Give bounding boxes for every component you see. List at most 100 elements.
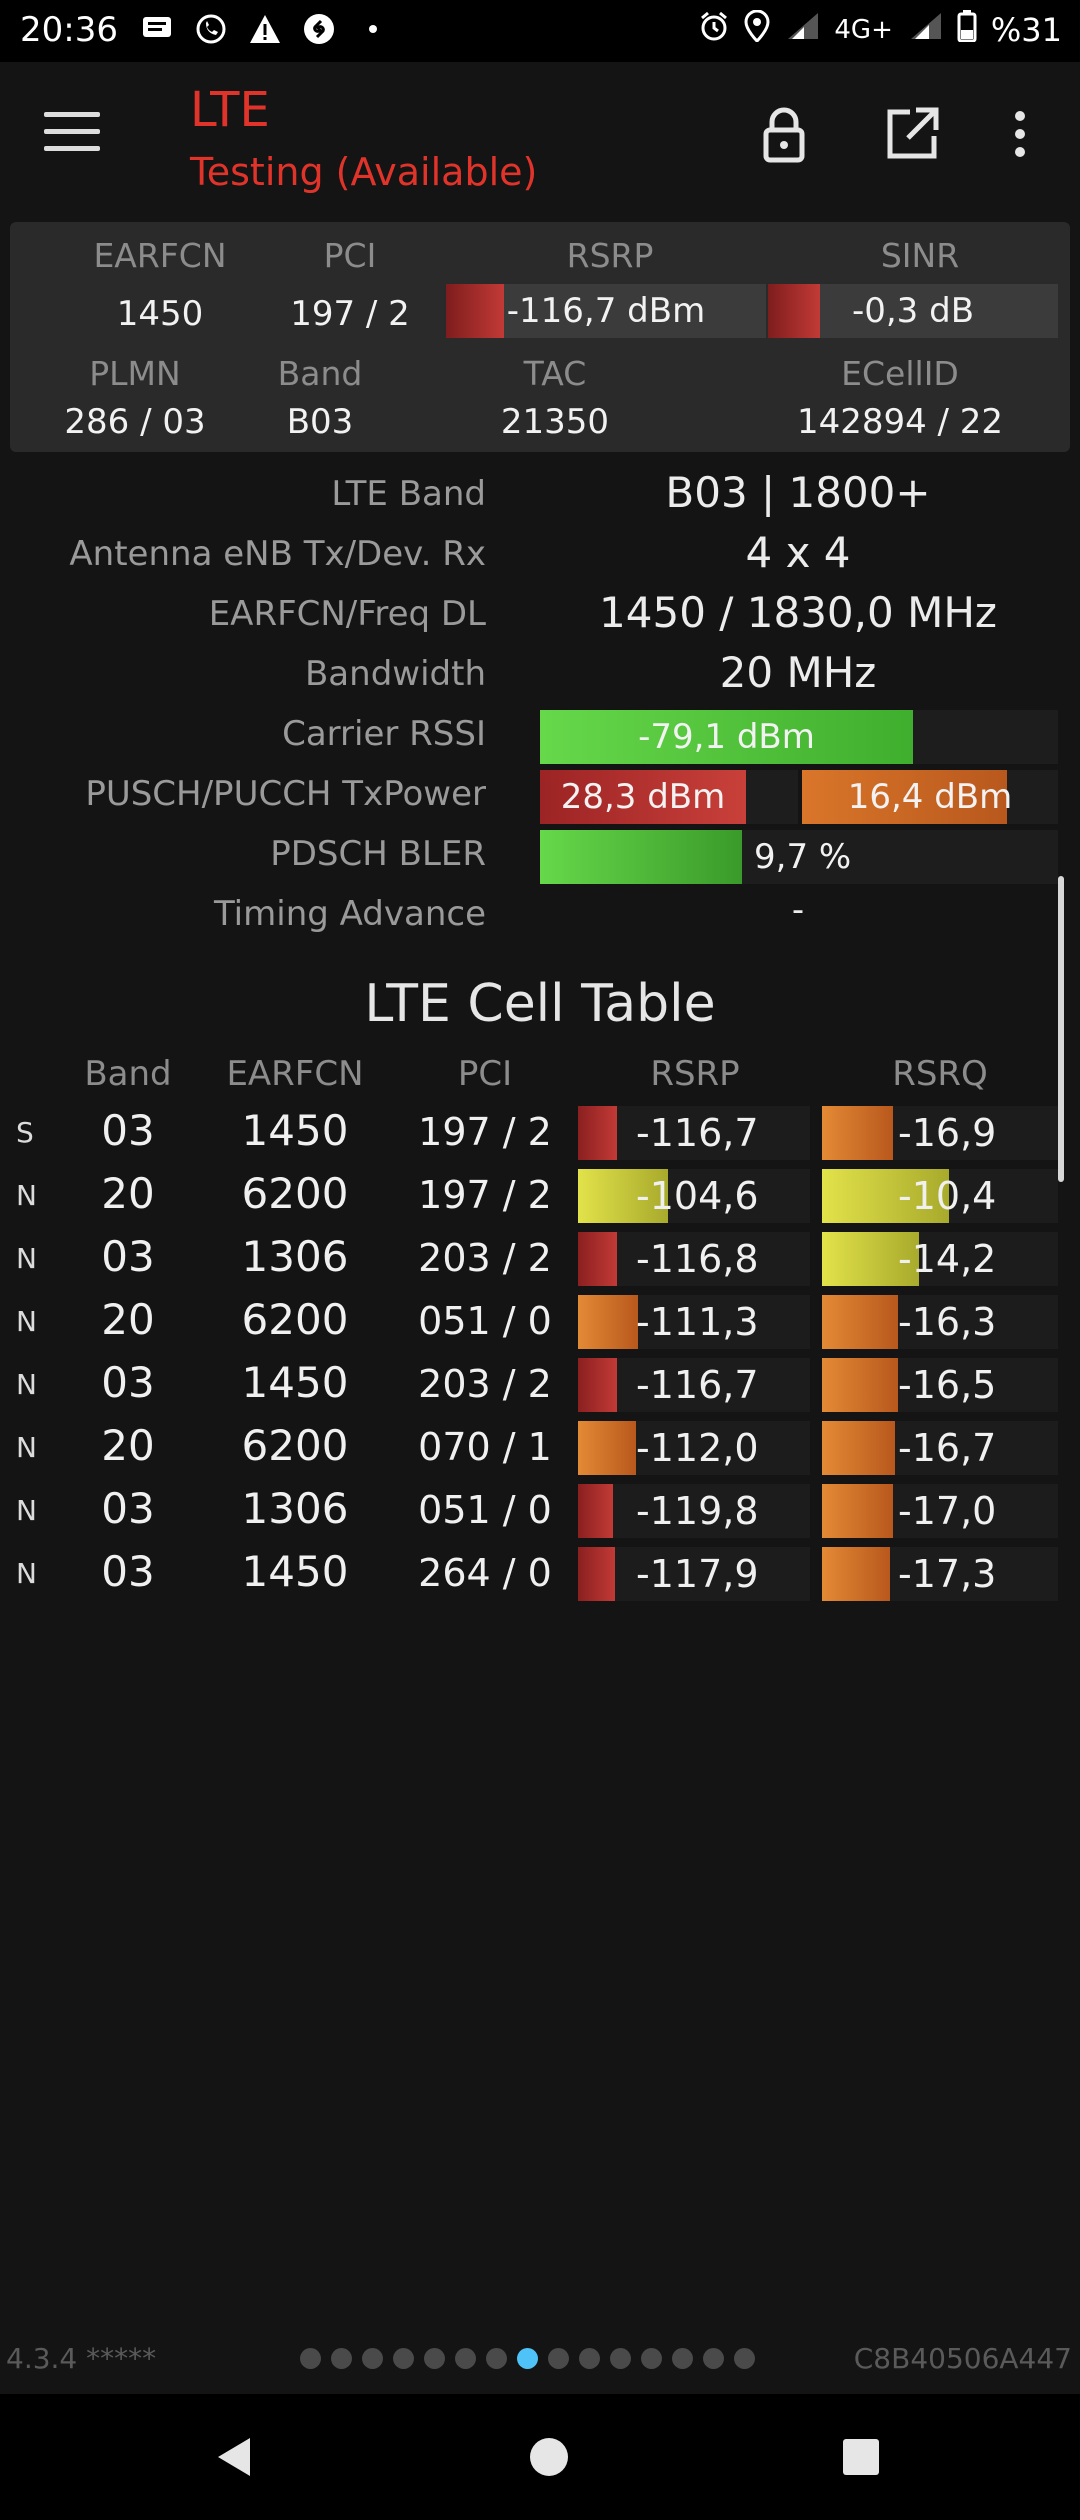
cell-rsrp-fill — [578, 1484, 613, 1538]
earfcn-label: EARFCN — [93, 236, 227, 275]
cell-rsrp-meter: -116,8 — [578, 1232, 810, 1286]
cell-pci: 197 / 2 — [418, 1110, 552, 1154]
page-dot[interactable] — [331, 2348, 352, 2369]
cell-earfcn: 1450 — [241, 1106, 349, 1155]
cell-rsrq-fill — [822, 1295, 898, 1349]
page-dot[interactable] — [393, 2348, 414, 2369]
warning-icon — [248, 12, 282, 46]
more-options-icon[interactable] — [1000, 102, 1040, 166]
tac-label: TAC — [523, 354, 587, 393]
pusch-value: 28,3 dBm — [560, 777, 726, 817]
cell-band: 03 — [101, 1547, 155, 1596]
table-row: N 03 1306 203 / 2 -116,8 -14,2 — [0, 1228, 1080, 1290]
menu-button[interactable] — [44, 112, 100, 154]
pci-label: PCI — [323, 236, 377, 275]
recents-icon[interactable] — [836, 2432, 886, 2482]
cell-rsrp-fill — [578, 1295, 639, 1349]
cell-rsrq-value: -16,7 — [898, 1426, 997, 1470]
app-subtitle: Testing (Available) — [190, 150, 538, 194]
table-row: N 03 1450 264 / 0 -117,9 -17,3 — [0, 1543, 1080, 1605]
cell-band: 03 — [101, 1106, 155, 1155]
cell-rsrq-meter: -16,9 — [822, 1106, 1058, 1160]
ecellid-value: 142894 / 22 — [796, 402, 1004, 442]
network-type: 4G+ — [834, 15, 893, 45]
header-rsrq: RSRQ — [892, 1054, 988, 1094]
table-row: N 20 6200 070 / 1 -112,0 -16,7 — [0, 1417, 1080, 1479]
cell-type: S — [16, 1116, 34, 1149]
timing-label: Timing Advance — [213, 894, 486, 934]
cell-rsrp-meter: -111,3 — [578, 1295, 810, 1349]
freq-label: EARFCN/Freq DL — [208, 594, 486, 634]
cell-rsrq-value: -17,0 — [898, 1489, 997, 1533]
cell-rsrq-value: -16,9 — [898, 1111, 997, 1155]
battery-level: %31 — [990, 11, 1062, 49]
cell-rsrp-meter: -104,6 — [578, 1169, 810, 1223]
cell-rsrp-meter: -112,0 — [578, 1421, 810, 1475]
cell-rsrp-value: -104,6 — [636, 1174, 759, 1218]
bandwidth-value: 20 MHz — [719, 648, 877, 697]
rsrp-meter: -116,7 dBm — [446, 284, 766, 338]
rsrp-label: RSRP — [566, 236, 654, 275]
cell-rsrq-fill — [822, 1484, 893, 1538]
page-dot[interactable] — [641, 2348, 662, 2369]
alarm-icon — [698, 10, 730, 50]
page-dot[interactable] — [455, 2348, 476, 2369]
page-indicator[interactable] — [300, 2348, 755, 2369]
freq-value: 1450 / 1830,0 MHz — [599, 588, 997, 637]
antenna-label: Antenna eNB Tx/Dev. Rx — [69, 534, 486, 574]
cell-pci: 203 / 2 — [418, 1236, 552, 1280]
page-dot[interactable] — [610, 2348, 631, 2369]
cell-rsrp-value: -117,9 — [636, 1552, 759, 1596]
cell-band: 20 — [101, 1295, 155, 1344]
plmn-value: 286 / 03 — [64, 402, 206, 442]
battery-icon — [957, 10, 977, 50]
serving-cell-summary: EARFCN PCI RSRP SINR 1450 197 / 2 -116,7… — [10, 222, 1070, 452]
plmn-label: PLMN — [89, 354, 181, 393]
bandwidth-label: Bandwidth — [304, 654, 486, 694]
pusch-meter: 28,3 dBm — [540, 770, 798, 824]
cell-earfcn: 1306 — [241, 1232, 349, 1281]
dot-icon — [356, 12, 390, 46]
cell-rsrp-fill — [578, 1358, 618, 1412]
header-band: Band — [84, 1054, 172, 1094]
page-dot[interactable] — [424, 2348, 445, 2369]
lte-band-value: B03 | 1800+ — [665, 468, 931, 517]
page-dot[interactable] — [362, 2348, 383, 2369]
page-dot[interactable] — [486, 2348, 507, 2369]
signal-icon — [784, 11, 820, 49]
cell-rsrq-meter: -14,2 — [822, 1232, 1058, 1286]
earfcn-value: 1450 — [116, 294, 204, 334]
txpower-label: PUSCH/PUCCH TxPower — [85, 774, 486, 814]
system-icons: 4G+ %31 — [698, 9, 1062, 50]
bler-label: PDSCH BLER — [270, 834, 486, 874]
lock-icon[interactable] — [752, 102, 816, 166]
cell-pci: 070 / 1 — [418, 1425, 552, 1469]
status-time: 20:36 — [20, 10, 118, 50]
page-dot[interactable] — [579, 2348, 600, 2369]
cell-band: 20 — [101, 1421, 155, 1470]
page-dot[interactable] — [300, 2348, 321, 2369]
page-dot[interactable] — [517, 2348, 538, 2369]
sinr-value: -0,3 dB — [851, 291, 975, 331]
back-icon[interactable] — [210, 2432, 260, 2482]
cell-earfcn: 1450 — [241, 1547, 349, 1596]
cell-earfcn: 6200 — [241, 1295, 349, 1344]
cell-rsrq-value: -14,2 — [898, 1237, 997, 1281]
menu-icon — [44, 112, 100, 117]
table-row: N 20 6200 197 / 2 -104,6 -10,4 — [0, 1165, 1080, 1227]
cell-rsrp-value: -112,0 — [636, 1426, 759, 1470]
page-dot[interactable] — [703, 2348, 724, 2369]
table-row: N 03 1450 203 / 2 -116,7 -16,5 — [0, 1354, 1080, 1416]
page-dot[interactable] — [734, 2348, 755, 2369]
home-icon[interactable] — [524, 2432, 574, 2482]
cell-type: N — [16, 1431, 37, 1464]
cell-rsrp-meter: -116,7 — [578, 1106, 810, 1160]
cell-rsrp-value: -111,3 — [636, 1300, 759, 1344]
page-dot[interactable] — [548, 2348, 569, 2369]
cell-rsrq-value: -16,3 — [898, 1300, 997, 1344]
rsrp-value: -116,7 dBm — [506, 291, 706, 331]
cell-band: 03 — [101, 1484, 155, 1533]
cell-type: N — [16, 1179, 37, 1212]
open-external-icon[interactable] — [880, 102, 944, 166]
page-dot[interactable] — [672, 2348, 693, 2369]
